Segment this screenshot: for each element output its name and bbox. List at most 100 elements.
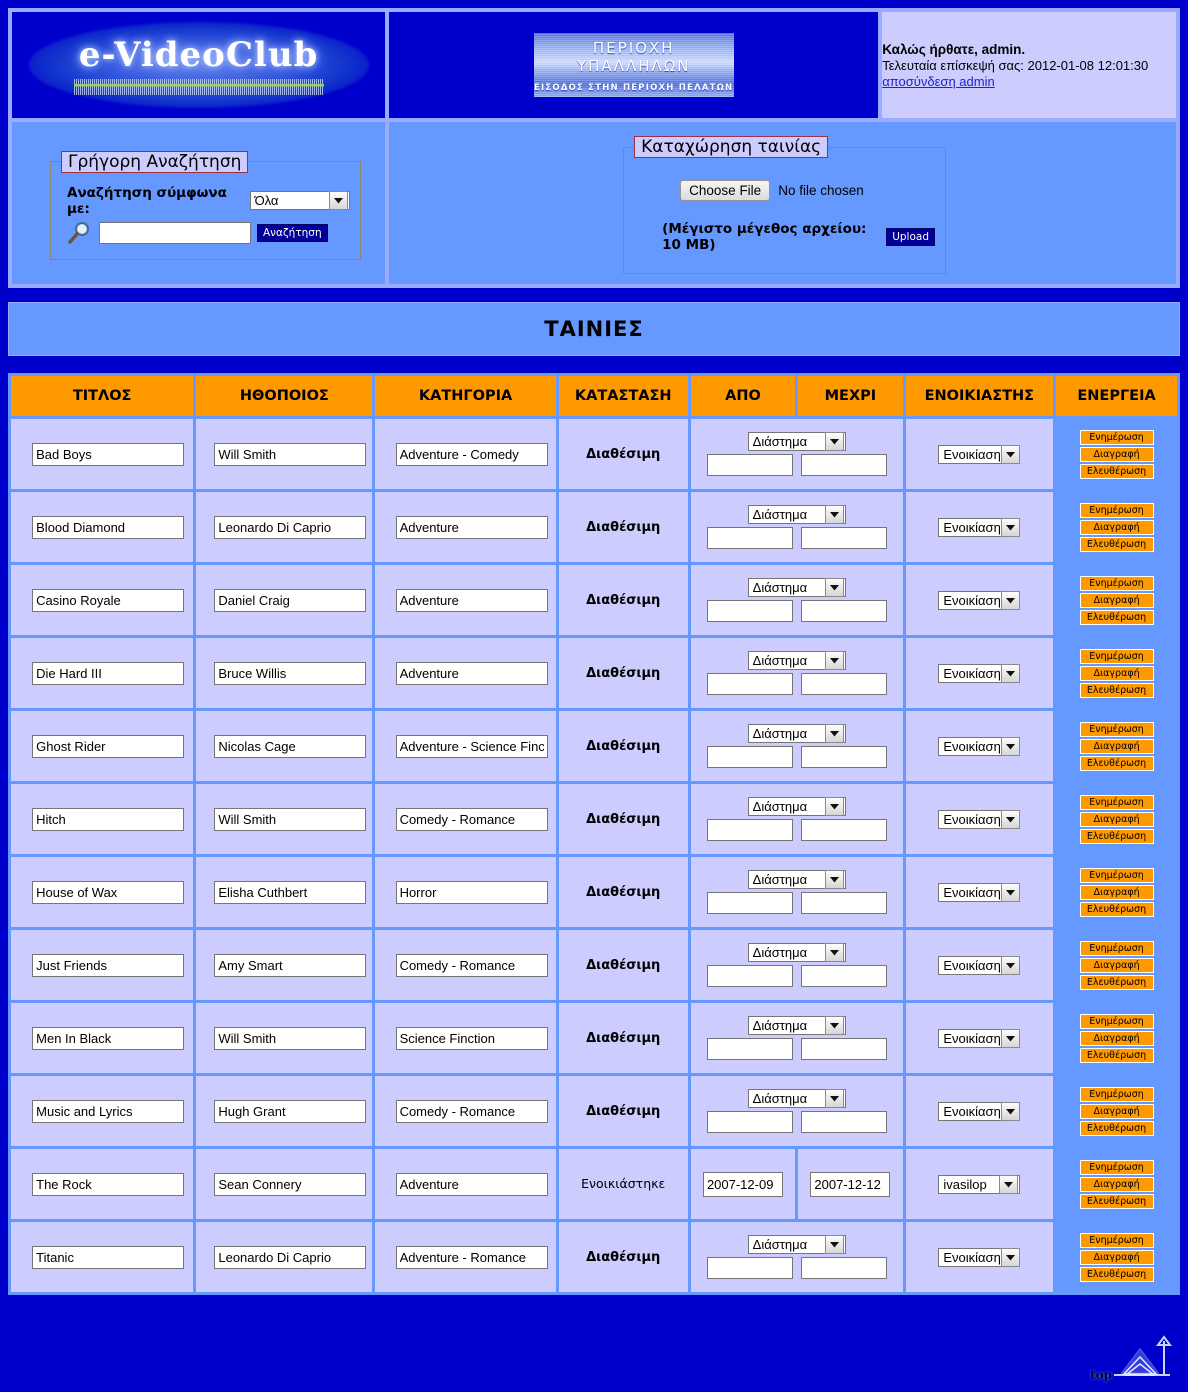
movie-title-input[interactable] <box>32 880 185 904</box>
delete-button[interactable]: Διαγραφή <box>1079 957 1154 973</box>
period-select[interactable]: Διάστημα <box>747 651 846 670</box>
movie-title-input[interactable] <box>32 1245 185 1269</box>
period-select[interactable]: Διάστημα <box>747 797 846 816</box>
chevron-down-icon[interactable] <box>824 724 844 743</box>
movie-category-input[interactable] <box>395 734 548 758</box>
rental-from-input[interactable] <box>706 673 793 695</box>
movie-category-input[interactable] <box>395 442 548 466</box>
choose-file-button[interactable]: Choose File <box>680 180 771 201</box>
rental-until-input[interactable] <box>800 600 887 622</box>
rental-until-input[interactable] <box>800 1038 887 1060</box>
movie-category-input[interactable] <box>395 515 548 539</box>
renter-select[interactable]: Ενοικίαση <box>938 444 1021 464</box>
period-select[interactable]: Διάστημα <box>747 432 846 451</box>
release-button[interactable]: Ελευθέρωση <box>1079 463 1154 479</box>
movie-actor-input[interactable] <box>214 661 367 685</box>
chevron-down-icon[interactable] <box>1000 1101 1020 1121</box>
movie-title-input[interactable] <box>32 588 185 612</box>
rental-until-input[interactable] <box>800 892 887 914</box>
movie-category-input[interactable] <box>395 953 548 977</box>
chevron-down-icon[interactable] <box>824 943 844 962</box>
chevron-down-icon[interactable] <box>824 797 844 816</box>
release-button[interactable]: Ελευθέρωση <box>1079 828 1154 844</box>
period-select[interactable]: Διάστημα <box>747 505 846 524</box>
chevron-down-icon[interactable] <box>824 1016 844 1035</box>
delete-button[interactable]: Διαγραφή <box>1079 884 1154 900</box>
chevron-down-icon[interactable] <box>824 651 844 670</box>
chevron-down-icon[interactable] <box>329 191 349 210</box>
movie-category-input[interactable] <box>395 1099 548 1123</box>
delete-button[interactable]: Διαγραφή <box>1079 811 1154 827</box>
release-button[interactable]: Ελευθέρωση <box>1079 1266 1154 1282</box>
delete-button[interactable]: Διαγραφή <box>1079 519 1154 535</box>
chevron-down-icon[interactable] <box>824 432 844 451</box>
delete-button[interactable]: Διαγραφή <box>1079 1249 1154 1265</box>
period-select[interactable]: Διάστημα <box>747 943 846 962</box>
movie-actor-input[interactable] <box>214 515 367 539</box>
rental-until-input[interactable] <box>800 454 887 476</box>
delete-button[interactable]: Διαγραφή <box>1079 1176 1154 1192</box>
search-input[interactable] <box>99 221 251 244</box>
update-button[interactable]: Ενημέρωση <box>1079 721 1154 737</box>
rental-from-input[interactable] <box>706 1111 793 1133</box>
period-select[interactable]: Διάστημα <box>747 724 846 743</box>
release-button[interactable]: Ελευθέρωση <box>1079 609 1154 625</box>
movie-actor-input[interactable] <box>214 588 367 612</box>
rental-from-input[interactable] <box>706 454 793 476</box>
chevron-down-icon[interactable] <box>824 1089 844 1108</box>
update-button[interactable]: Ενημέρωση <box>1079 1232 1154 1248</box>
update-button[interactable]: Ενημέρωση <box>1079 1159 1154 1175</box>
movie-actor-input[interactable] <box>214 1026 367 1050</box>
delete-button[interactable]: Διαγραφή <box>1079 592 1154 608</box>
rental-from-input[interactable] <box>706 600 793 622</box>
renter-select[interactable]: Ενοικίαση <box>938 955 1021 975</box>
movie-actor-input[interactable] <box>214 1245 367 1269</box>
rental-from-input[interactable] <box>706 746 793 768</box>
renter-select[interactable]: Ενοικίαση <box>938 736 1021 756</box>
release-button[interactable]: Ελευθέρωση <box>1079 682 1154 698</box>
update-button[interactable]: Ενημέρωση <box>1079 502 1154 518</box>
rental-until-input[interactable] <box>800 527 887 549</box>
movie-title-input[interactable] <box>32 734 185 758</box>
rental-until-input[interactable] <box>800 673 887 695</box>
chevron-down-icon[interactable] <box>1000 809 1020 829</box>
delete-button[interactable]: Διαγραφή <box>1079 446 1154 462</box>
movie-actor-input[interactable] <box>214 1172 367 1196</box>
update-button[interactable]: Ενημέρωση <box>1079 867 1154 883</box>
update-button[interactable]: Ενημέρωση <box>1079 940 1154 956</box>
rental-until-input[interactable] <box>800 1257 887 1279</box>
release-button[interactable]: Ελευθέρωση <box>1079 974 1154 990</box>
chevron-down-icon[interactable] <box>1000 1247 1020 1267</box>
movie-title-input[interactable] <box>32 1026 185 1050</box>
upload-button[interactable]: Upload <box>886 228 935 246</box>
update-button[interactable]: Ενημέρωση <box>1079 429 1154 445</box>
rental-until-input[interactable] <box>800 965 887 987</box>
period-select[interactable]: Διάστημα <box>747 1016 846 1035</box>
chevron-down-icon[interactable] <box>999 1174 1019 1194</box>
scroll-to-top-link[interactable]: top <box>1090 1335 1172 1384</box>
movie-title-input[interactable] <box>32 1172 185 1196</box>
chevron-down-icon[interactable] <box>824 1235 844 1254</box>
update-button[interactable]: Ενημέρωση <box>1079 1086 1154 1102</box>
movie-actor-input[interactable] <box>214 880 367 904</box>
search-filter-select[interactable]: Όλα <box>249 191 351 210</box>
movie-title-input[interactable] <box>32 1099 185 1123</box>
rental-from-input[interactable] <box>706 819 793 841</box>
chevron-down-icon[interactable] <box>824 505 844 524</box>
period-select[interactable]: Διάστημα <box>747 578 846 597</box>
update-button[interactable]: Ενημέρωση <box>1079 575 1154 591</box>
movie-category-input[interactable] <box>395 880 548 904</box>
release-button[interactable]: Ελευθέρωση <box>1079 1120 1154 1136</box>
movie-category-input[interactable] <box>395 1172 548 1196</box>
rental-from-input[interactable] <box>702 1171 783 1197</box>
employee-area-banner[interactable]: ΠΕΡΙΟΧΗ ΥΠΑΛΛΗΛΩΝ ΕΙΣΟΔΟΣ ΣΤΗΝ ΠΕΡΙΟΧΗ Π… <box>533 33 734 97</box>
chevron-down-icon[interactable] <box>1000 663 1020 683</box>
rental-from-input[interactable] <box>706 892 793 914</box>
chevron-down-icon[interactable] <box>1000 1028 1020 1048</box>
chevron-down-icon[interactable] <box>1000 955 1020 975</box>
rental-from-input[interactable] <box>706 1038 793 1060</box>
chevron-down-icon[interactable] <box>1000 882 1020 902</box>
renter-select[interactable]: Ενοικίαση <box>938 590 1021 610</box>
release-button[interactable]: Ελευθέρωση <box>1079 901 1154 917</box>
logout-link[interactable]: αποσύνδεση admin <box>882 74 994 89</box>
